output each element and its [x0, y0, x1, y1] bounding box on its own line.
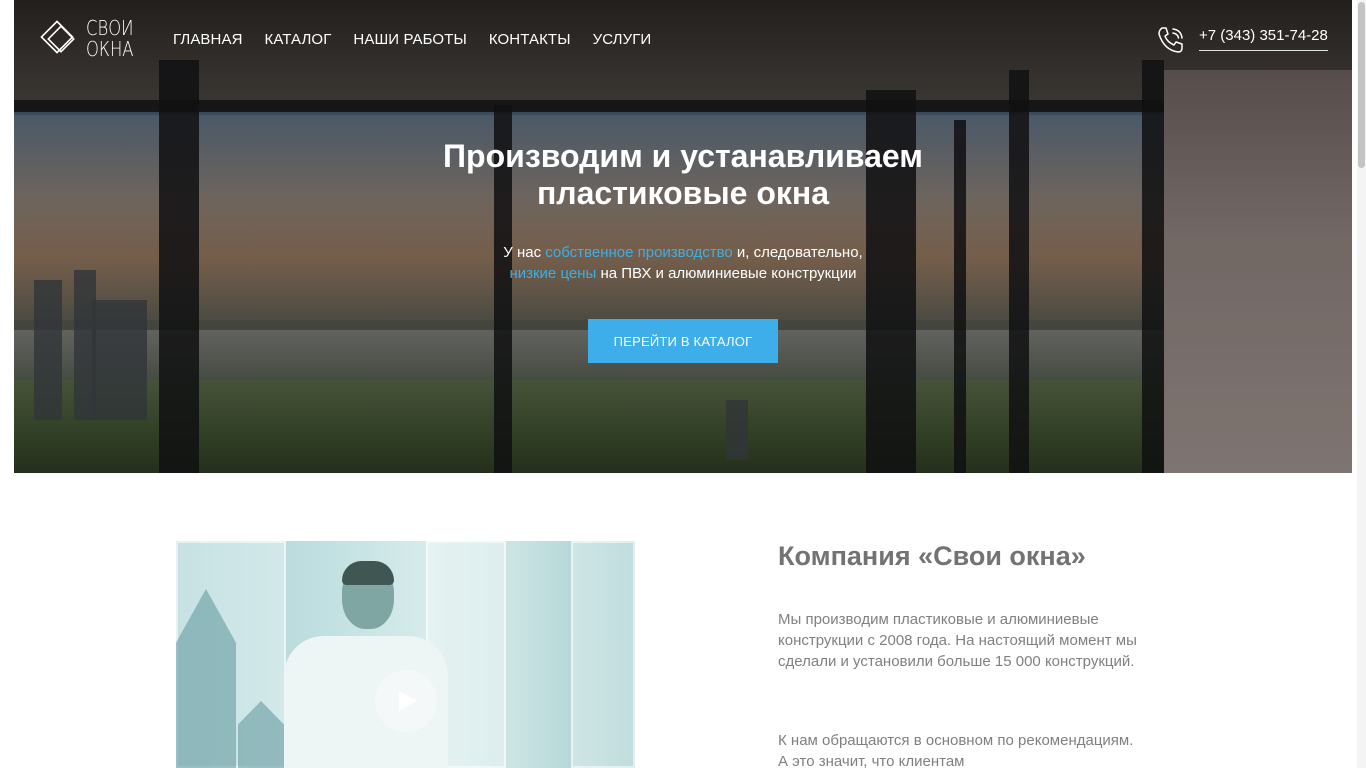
hero-title-line1: Производим и устанавливаем	[443, 138, 923, 174]
hero-title: Производим и устанавливаем пластиковые о…	[0, 138, 1366, 212]
logo-text: СВОИ ОКНА	[86, 18, 144, 60]
hero-sub-suffix: на ПВХ и алюминиевые конструкции	[596, 265, 857, 282]
low-prices-link[interactable]: низкие цены	[509, 265, 596, 282]
video-person-hair	[342, 561, 394, 585]
phone-link[interactable]: +7 (343) 351-74-28	[1199, 26, 1328, 51]
own-production-link[interactable]: собственное производство	[545, 244, 733, 261]
hero-sub-mid: и, следовательно,	[732, 244, 863, 261]
nav-item-catalog[interactable]: КАТАЛОГ	[265, 30, 332, 50]
hero-overlay	[14, 0, 1352, 473]
nav-item-works[interactable]: НАШИ РАБОТЫ	[353, 30, 466, 50]
hero-subtitle: У нас собственное производство и, следов…	[0, 242, 1366, 284]
logo-line1: СВОИ	[86, 16, 134, 40]
nav-item-home[interactable]: ГЛАВНАЯ	[173, 30, 243, 50]
logo[interactable]: СВОИ ОКНА	[38, 18, 144, 60]
nav-item-services[interactable]: УСЛУГИ	[593, 30, 652, 50]
hero-sub-prefix: У нас	[503, 244, 546, 261]
about-paragraph-2: К нам обращаются в основном по рекоменда…	[778, 732, 1134, 768]
video-preview[interactable]	[176, 541, 635, 768]
hero-banner	[14, 0, 1352, 473]
logo-line2: ОКНА	[86, 37, 134, 61]
play-button[interactable]	[375, 670, 437, 732]
hero-title-line2: пластиковые окна	[536, 175, 830, 211]
about-title: Компания «Свои окна»	[778, 541, 1086, 571]
play-icon	[399, 691, 417, 711]
about-paragraph-1: Мы производим пластиковые и алюминиевые …	[778, 611, 1137, 670]
video-window-bg	[571, 541, 635, 768]
nav-item-contacts[interactable]: КОНТАКТЫ	[489, 30, 571, 50]
main-nav: ГЛАВНАЯ КАТАЛОГ НАШИ РАБОТЫ КОНТАКТЫ УСЛ…	[173, 30, 651, 50]
page-scrollbar[interactable]	[1357, 0, 1366, 768]
phone-icon	[1158, 27, 1183, 53]
scrollbar-thumb[interactable]	[1358, 2, 1365, 168]
go-to-catalog-button[interactable]: ПЕРЕЙТИ В КАТАЛОГ	[588, 319, 778, 363]
logo-diamond-icon	[40, 20, 75, 54]
